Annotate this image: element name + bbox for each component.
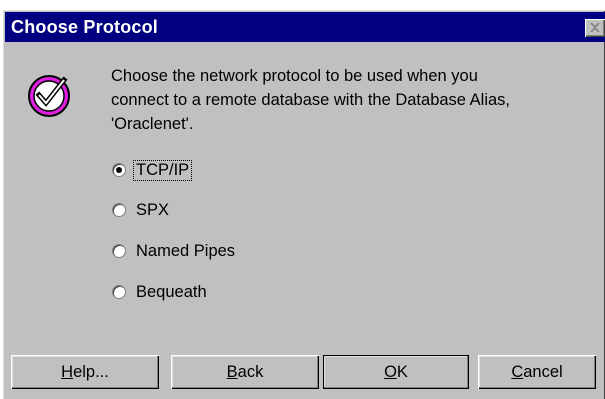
dialog-title: Choose Protocol [11,17,159,37]
radio-label-spx: SPX [136,200,170,219]
close-button[interactable] [585,19,605,37]
close-icon [590,23,600,32]
radio-named-pipes[interactable]: Named Pipes [112,239,237,263]
radio-button[interactable] [112,285,126,299]
radio-label-named-pipes: Named Pipes [136,241,236,260]
choose-protocol-dialog: Choose Protocol Choose the network proto… [3,10,605,399]
back-button[interactable]: Back [171,355,319,389]
radio-tcp-ip[interactable]: TCP/IP [112,158,193,182]
radio-label-tcp-ip: TCP/IP [132,159,193,181]
radio-button[interactable] [112,163,126,177]
ok-button[interactable]: OK [323,355,469,389]
radio-button[interactable] [112,244,126,258]
cancel-button[interactable]: Cancel [478,355,596,389]
help-button[interactable]: Help... [11,355,159,389]
radio-label-bequeath: Bequeath [136,282,207,301]
checkmark-icon [28,75,70,117]
radio-bequeath[interactable]: Bequeath [112,280,209,304]
radio-spx[interactable]: SPX [112,198,171,222]
radio-button[interactable] [112,203,126,217]
protocol-prompt-text: Choose the network protocol to be used w… [111,67,510,133]
title-bar[interactable]: Choose Protocol [5,12,605,42]
